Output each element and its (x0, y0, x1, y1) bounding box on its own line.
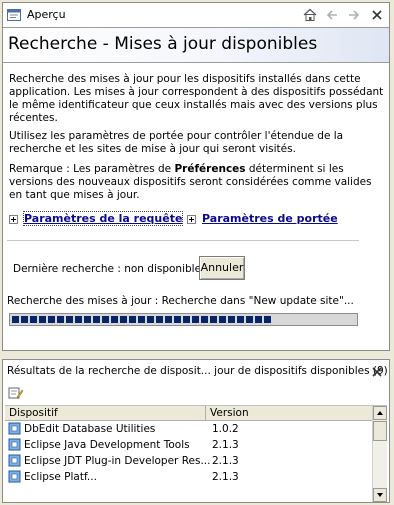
progress-fill (12, 316, 273, 323)
last-search-label: Dernière recherche : non disponible (13, 263, 202, 275)
column-header-feature[interactable]: Dispositif (5, 406, 206, 420)
search-progress-bar (9, 313, 358, 326)
preview-titlebar: Aperçu (3, 3, 389, 27)
feature-plugin-icon (8, 470, 21, 483)
forward-arrow-icon[interactable] (346, 7, 362, 23)
table-row[interactable]: DbEdit Database Utilities 1.0.2 (5, 421, 387, 437)
results-close-icon[interactable] (369, 364, 385, 380)
table-row[interactable]: Eclipse Platf... 2.1.3 (5, 469, 387, 485)
feature-plugin-icon (8, 422, 21, 435)
feature-name: DbEdit Database Utilities (24, 423, 156, 435)
column-header-version[interactable]: Version (206, 406, 373, 420)
feature-name: Eclipse Platf... (24, 471, 97, 483)
table-row[interactable]: Eclipse Java Development Tools 2.1.3 (5, 437, 387, 453)
scroll-up-button[interactable] (373, 406, 387, 420)
feature-name: Eclipse JDT Plug-in Developer Res... (24, 455, 211, 467)
feature-version: 2.1.3 (212, 455, 239, 467)
results-table: Dispositif Version DbEdit Database Utili… (5, 405, 387, 502)
note-paragraph: Remarque : Les paramètres de Préférences… (9, 163, 385, 202)
results-view: Résultats de la recherche de disposit...… (2, 359, 390, 503)
feature-name: Eclipse Java Development Tools (24, 439, 190, 451)
query-params-link[interactable]: Paramètres de la requête (22, 211, 184, 226)
page-title: Recherche - Mises à jour disponibles (8, 34, 318, 54)
preview-tab-title: Aperçu (27, 8, 66, 21)
feature-plugin-icon (8, 454, 21, 467)
note-prefix: Remarque : Les paramètres de (9, 163, 175, 175)
vertical-scrollbar[interactable] (372, 406, 387, 502)
home-icon[interactable] (302, 7, 318, 23)
table-body: DbEdit Database Utilities 1.0.2 Eclipse Ja… (5, 421, 387, 485)
preview-view: Aperçu Recherche - Mises à jour disponib… (2, 2, 390, 351)
edit-properties-icon[interactable] (8, 386, 24, 400)
scope-params-expand-icon[interactable] (187, 215, 196, 224)
feature-version: 2.1.3 (212, 471, 239, 483)
back-arrow-icon[interactable] (324, 7, 340, 23)
preview-view-icon (7, 9, 21, 21)
feature-plugin-icon (8, 438, 21, 451)
scroll-thumb[interactable] (373, 421, 387, 441)
feature-version: 1.0.2 (212, 423, 239, 435)
table-header: Dispositif Version (5, 406, 387, 421)
scroll-down-button[interactable] (373, 488, 387, 502)
feature-version: 2.1.3 (212, 439, 239, 451)
cancel-button[interactable]: Annuler (199, 256, 245, 280)
form-banner: Recherche - Mises à jour disponibles (3, 27, 389, 63)
close-icon[interactable] (369, 7, 385, 23)
scope-params-link[interactable]: Paramètres de portée (202, 212, 338, 225)
table-row[interactable]: Eclipse JDT Plug-in Developer Res... 2.1.… (5, 453, 387, 469)
query-params-expand-icon[interactable] (9, 215, 18, 224)
separator (7, 240, 359, 241)
scope-paragraph: Utilisez les paramètres de portée pour c… (9, 130, 344, 155)
description-paragraph: Recherche des mises à jour pour les disp… (9, 73, 384, 124)
preferences-text: Préférences (174, 163, 246, 175)
results-title: Résultats de la recherche de disposit...… (7, 365, 388, 377)
search-status-text: Recherche des mises à jour : Recherche d… (7, 295, 354, 307)
